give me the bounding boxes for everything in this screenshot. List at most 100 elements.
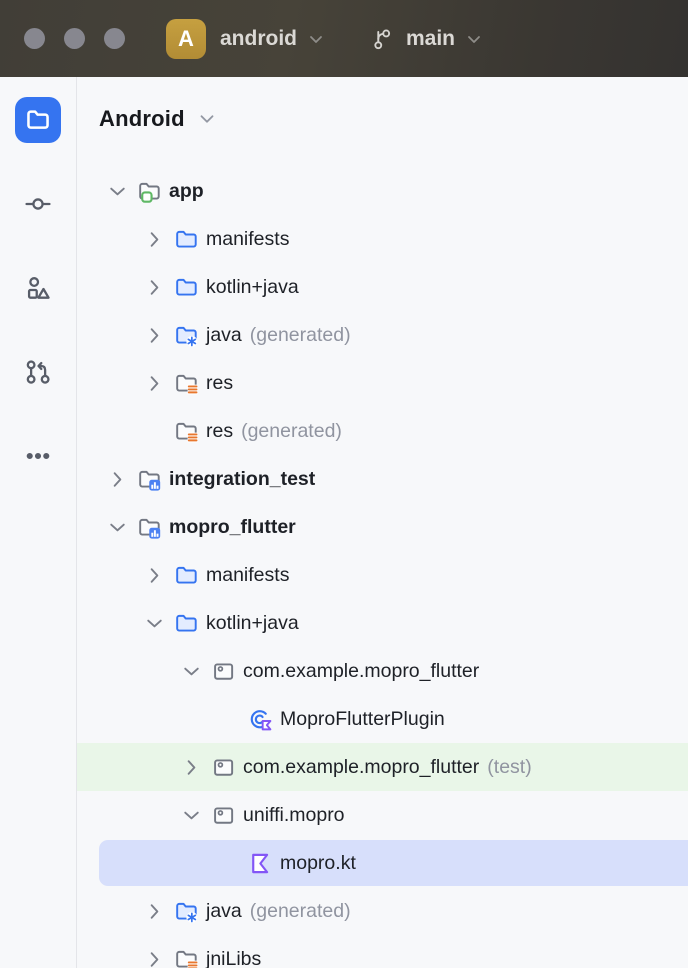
source-folder-icon xyxy=(174,562,206,588)
tree-row[interactable]: java (generated) xyxy=(77,311,688,359)
tree-row-suffix: (generated) xyxy=(241,420,342,443)
res-folder-icon xyxy=(174,418,206,444)
project-tool-button[interactable] xyxy=(15,97,61,143)
zoom-button[interactable] xyxy=(104,28,125,49)
view-selector[interactable]: Android xyxy=(99,99,688,139)
chevron-expanded-icon[interactable] xyxy=(142,611,174,635)
tree-row[interactable]: app xyxy=(77,167,688,215)
tree-row-suffix: (generated) xyxy=(250,900,351,923)
tree-row-label: mopro.kt xyxy=(280,852,356,875)
tree-row-label: kotlin+java xyxy=(206,612,299,635)
tree-row[interactable]: res (generated) xyxy=(77,407,688,455)
chevron-collapsed-icon[interactable] xyxy=(179,755,211,779)
tree-row-label: res xyxy=(206,420,233,443)
minimize-button[interactable] xyxy=(64,28,85,49)
branch-chevron-down-icon xyxy=(464,29,484,49)
module-app-folder-icon xyxy=(137,178,169,204)
package-icon xyxy=(211,658,243,684)
tree-row-label: MoproFlutterPlugin xyxy=(280,708,445,731)
git-branch-icon xyxy=(370,26,396,52)
kotlin-file-icon xyxy=(248,850,280,876)
commit-tool-button[interactable] xyxy=(15,181,61,227)
chevron-collapsed-icon[interactable] xyxy=(142,275,174,299)
project-name[interactable]: android xyxy=(220,27,297,51)
tree-row-label: mopro_flutter xyxy=(169,516,296,539)
tree-row[interactable]: kotlin+java xyxy=(77,599,688,647)
tree-row-suffix: (generated) xyxy=(250,324,351,347)
view-selector-label: Android xyxy=(99,106,185,132)
tree-row[interactable]: integration_test xyxy=(77,455,688,503)
more-icon xyxy=(24,442,52,470)
chevron-collapsed-icon[interactable] xyxy=(105,467,137,491)
tree-row[interactable]: mopro_flutter xyxy=(77,503,688,551)
pull-request-icon xyxy=(24,358,52,386)
chevron-spacer xyxy=(216,851,248,875)
package-icon xyxy=(211,802,243,828)
title-bar: A android main xyxy=(0,0,688,77)
window-controls xyxy=(24,28,125,49)
tree-row-label: integration_test xyxy=(169,468,315,491)
project-panel: Android app manifests kotlin+java java (… xyxy=(77,77,688,968)
tree-row[interactable]: com.example.mopro_flutter (test) xyxy=(77,743,688,791)
package-icon xyxy=(211,754,243,780)
tree-row[interactable]: uniffi.mopro xyxy=(77,791,688,839)
tree-row[interactable]: java (generated) xyxy=(77,887,688,935)
tree-row-label: com.example.mopro_flutter xyxy=(243,660,479,683)
chevron-expanded-icon[interactable] xyxy=(179,803,211,827)
generated-folder-icon xyxy=(174,322,206,348)
tree-row-label: manifests xyxy=(206,564,289,587)
project-tree: app manifests kotlin+java java (generate… xyxy=(77,167,688,968)
chevron-spacer xyxy=(216,707,248,731)
chevron-collapsed-icon[interactable] xyxy=(142,227,174,251)
source-folder-icon xyxy=(174,274,206,300)
structure-icon xyxy=(24,274,52,302)
chevron-expanded-icon[interactable] xyxy=(105,179,137,203)
tree-row[interactable]: jniLibs xyxy=(77,935,688,968)
tree-row-label: com.example.mopro_flutter xyxy=(243,756,479,779)
res-folder-icon xyxy=(174,370,206,396)
chevron-collapsed-icon[interactable] xyxy=(142,899,174,923)
res-folder-icon xyxy=(174,946,206,968)
kotlin-class-icon xyxy=(248,706,280,732)
chevron-expanded-icon[interactable] xyxy=(179,659,211,683)
chevron-collapsed-icon[interactable] xyxy=(142,371,174,395)
chevron-collapsed-icon[interactable] xyxy=(142,323,174,347)
branch-name: main xyxy=(406,27,455,51)
module-folder-icon xyxy=(137,514,169,540)
chevron-collapsed-icon[interactable] xyxy=(142,563,174,587)
tree-row[interactable]: res xyxy=(77,359,688,407)
tree-row-suffix: (test) xyxy=(487,756,531,779)
ide-window: A android main xyxy=(0,0,688,968)
tree-row-label: app xyxy=(169,180,204,203)
tree-row[interactable]: kotlin+java xyxy=(77,263,688,311)
branch-selector[interactable]: main xyxy=(370,26,484,52)
project-folder-icon xyxy=(24,106,52,134)
more-tool-windows-button[interactable] xyxy=(15,433,61,479)
tree-row-label: res xyxy=(206,372,233,395)
chevron-spacer xyxy=(142,419,174,443)
close-button[interactable] xyxy=(24,28,45,49)
pull-requests-tool-button[interactable] xyxy=(15,349,61,395)
commit-icon xyxy=(24,190,52,218)
tree-row-label: kotlin+java xyxy=(206,276,299,299)
module-folder-icon xyxy=(137,466,169,492)
chevron-expanded-icon[interactable] xyxy=(105,515,137,539)
tree-row[interactable]: com.example.mopro_flutter xyxy=(77,647,688,695)
tree-row-label: jniLibs xyxy=(206,948,261,968)
tree-row[interactable]: mopro.kt xyxy=(77,839,688,887)
tree-row-label: manifests xyxy=(206,228,289,251)
project-chevron-down-icon[interactable] xyxy=(306,29,326,49)
tree-row-label: uniffi.mopro xyxy=(243,804,345,827)
project-badge[interactable]: A xyxy=(166,19,206,59)
tree-row[interactable]: MoproFlutterPlugin xyxy=(77,695,688,743)
tree-row-label: java xyxy=(206,900,242,923)
chevron-collapsed-icon[interactable] xyxy=(142,947,174,968)
view-selector-chevron-down-icon xyxy=(196,108,218,130)
generated-folder-icon xyxy=(174,898,206,924)
tree-row[interactable]: manifests xyxy=(77,551,688,599)
tree-row-label: java xyxy=(206,324,242,347)
tool-window-stripe xyxy=(0,77,77,968)
structure-tool-button[interactable] xyxy=(15,265,61,311)
source-folder-icon xyxy=(174,610,206,636)
tree-row[interactable]: manifests xyxy=(77,215,688,263)
